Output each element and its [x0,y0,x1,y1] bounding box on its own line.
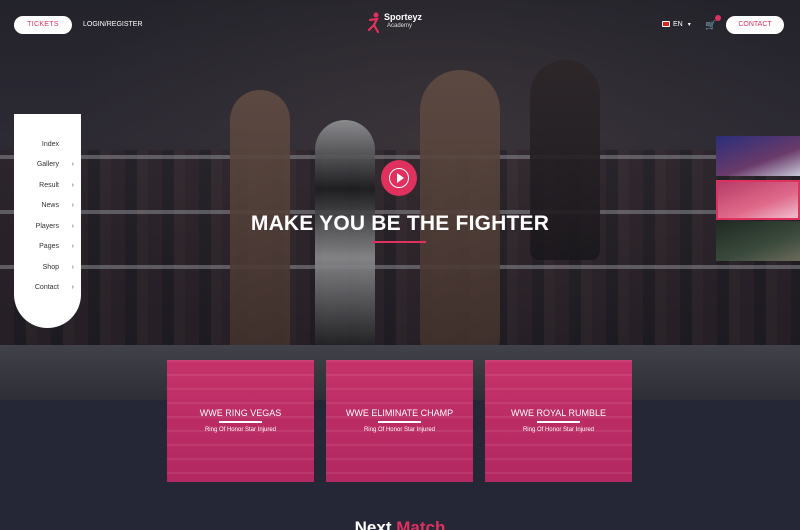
language-selector[interactable]: EN ▾ [662,16,691,34]
card-divider [219,421,262,423]
match-card[interactable]: WWE ROYAL RUMBLE Ring Of Honor Star Inju… [485,360,632,482]
card-subtitle: Ring Of Honor Star Injured [204,427,277,433]
contact-button[interactable]: CONTACT [726,16,784,34]
slide-thumbnail-active[interactable] [716,180,800,220]
chevron-right-icon: › [71,161,74,168]
chevron-right-icon: › [71,243,74,250]
title-underline [372,241,426,243]
sidebar-item-pages[interactable]: Pages › [14,239,81,255]
logo-subtitle: Academy [387,23,413,29]
card-subtitle: Ring Of Honor Star Injured [363,427,436,433]
match-card[interactable]: WWE ELIMINATE CHAMP Ring Of Honor Star I… [326,360,473,482]
cart-badge [715,15,721,21]
section-heading: Next Match [354,518,446,530]
site-logo[interactable]: Sporteyz Academy [367,10,437,38]
cart-icon[interactable]: 🛒 [705,15,721,31]
login-register-link[interactable]: LOGIN/REGISTER [83,16,143,34]
top-bar: TICKETS LOGIN/REGISTER Sporteyz Academy … [0,12,800,36]
runner-logo-icon [367,12,380,34]
chevron-right-icon: › [71,182,74,189]
card-subtitle: Ring Of Honor Star Injured [522,427,595,433]
sidebar-item-shop[interactable]: Shop › [14,260,81,276]
match-card[interactable]: WWE RING VEGAS Ring Of Honor Star Injure… [167,360,314,482]
language-label: EN [673,21,683,28]
tickets-button[interactable]: TICKETS [14,16,72,34]
flag-icon [662,21,670,28]
card-title: WWE RING VEGAS [199,408,282,418]
sidebar-item-index[interactable]: Index [14,137,81,153]
chevron-right-icon: › [71,284,74,291]
sidebar-item-gallery[interactable]: Gallery › [14,157,81,173]
chevron-down-icon: ▾ [687,22,691,28]
slide-thumbnail[interactable] [716,221,800,261]
hero-title: MAKE YOU BE THE FIGHTER [250,212,550,235]
card-divider [537,421,580,423]
chevron-right-icon: › [71,264,74,271]
logo-name: Sporteyz [384,12,423,22]
card-title: WWE ELIMINATE CHAMP [345,408,454,418]
card-divider [378,421,421,423]
hero-background [0,0,800,400]
sidebar-item-result[interactable]: Result › [14,178,81,194]
play-video-button[interactable] [381,160,417,196]
slide-thumbnail[interactable] [716,136,800,176]
sidebar-item-contact[interactable]: Contact › [14,280,81,296]
card-title: WWE ROYAL RUMBLE [510,408,606,418]
